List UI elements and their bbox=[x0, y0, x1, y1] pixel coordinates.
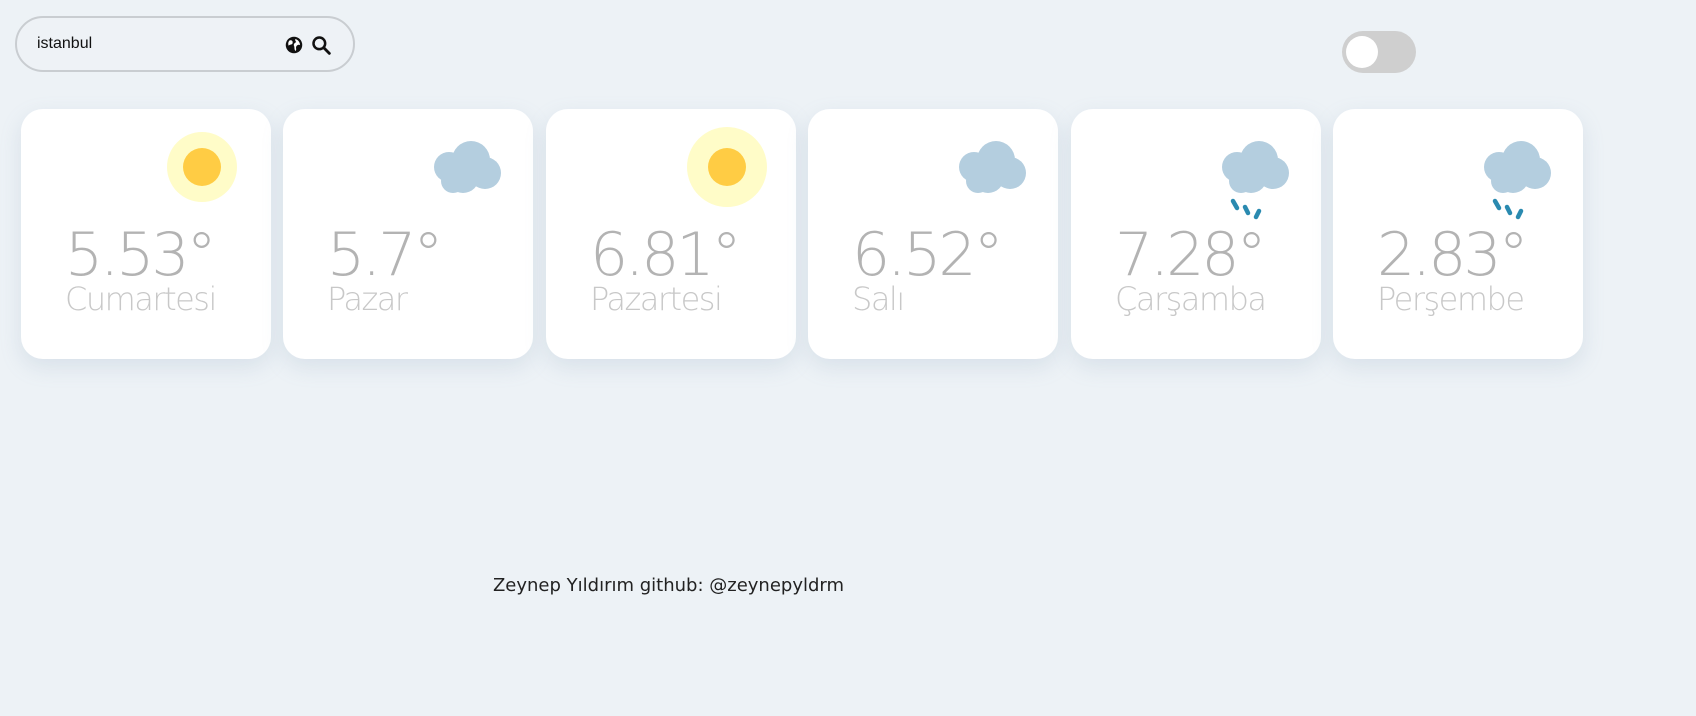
search-box bbox=[15, 16, 355, 72]
cloud-icon bbox=[434, 141, 501, 193]
card-day: Pazar bbox=[327, 280, 408, 318]
card-temperature: 5.53° bbox=[65, 220, 217, 290]
card-temperature: 6.81° bbox=[590, 220, 742, 290]
forecast-card: 2.83° Perşembe bbox=[1333, 109, 1583, 359]
card-temperature: 6.52° bbox=[852, 220, 1004, 290]
forecast-card: 5.53° Cumartesi bbox=[21, 109, 271, 359]
card-temperature: 7.28° bbox=[1115, 220, 1267, 290]
rain-icon bbox=[1484, 141, 1551, 220]
forecast-card: 7.28° Çarşamba bbox=[1071, 109, 1321, 359]
forecast-card: 6.81° Pazartesi bbox=[546, 109, 796, 359]
rain-icon bbox=[1222, 141, 1289, 220]
card-temperature: 5.7° bbox=[327, 220, 443, 290]
forecast-card: 6.52° Salı bbox=[808, 109, 1058, 359]
sun-icon bbox=[687, 127, 767, 207]
card-day: Çarşamba bbox=[1115, 280, 1267, 318]
cloud-icon bbox=[959, 141, 1026, 193]
sun-icon bbox=[167, 132, 237, 202]
card-temperature: 2.83° bbox=[1377, 220, 1529, 290]
card-day: Cumartesi bbox=[65, 280, 217, 318]
card-day: Perşembe bbox=[1377, 280, 1525, 318]
toggle-knob bbox=[1346, 36, 1378, 68]
globe-icon[interactable] bbox=[285, 36, 303, 54]
search-input[interactable] bbox=[37, 30, 277, 58]
forecast-card: 5.7° Pazar bbox=[283, 109, 533, 359]
theme-toggle[interactable] bbox=[1342, 31, 1416, 73]
footer-credit: Zeynep Yıldırım github: @zeynepyldrm bbox=[492, 575, 845, 596]
card-day: Salı bbox=[852, 280, 905, 318]
search-icon[interactable] bbox=[311, 35, 331, 55]
card-day: Pazartesi bbox=[590, 280, 723, 318]
